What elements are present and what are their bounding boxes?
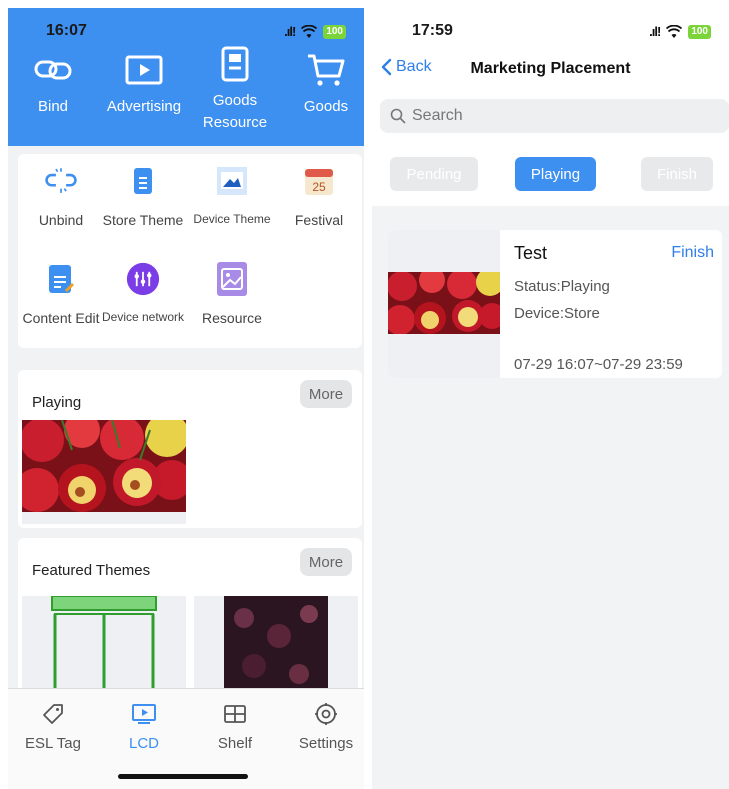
nav-bar: Back Marketing Placement <box>372 54 729 86</box>
tab-shelf[interactable]: Shelf <box>195 701 275 752</box>
tab-esl-tag[interactable]: ESL Tag <box>13 701 93 752</box>
tools-grid-card: Unbind Store Theme Device Theme 25 Festi… <box>18 154 362 348</box>
tool-unbind[interactable]: Unbind <box>16 164 106 228</box>
cart-icon <box>306 50 346 90</box>
tool-festival[interactable]: 25 Festival <box>274 164 364 228</box>
hero-item-label: Goods <box>303 98 349 115</box>
unlink-icon <box>44 164 78 198</box>
tool-device-network[interactable]: Device network <box>98 262 188 324</box>
search-icon <box>390 108 406 124</box>
right-phone-screen: 17:59 .ıl! 100 Back Marketing Placement … <box>372 8 729 789</box>
status-time: 17:59 <box>412 22 453 39</box>
section-title: Playing <box>32 394 82 411</box>
tool-label: Device Theme <box>193 212 271 226</box>
hero-item-label: Bind <box>37 98 69 115</box>
cherries-image <box>388 272 500 334</box>
tool-label: Device network <box>101 310 185 324</box>
document-icon <box>215 44 255 84</box>
network-icon <box>126 262 160 296</box>
shelf-theme-image <box>51 596 157 698</box>
gear-icon <box>313 701 339 727</box>
play-screen-icon <box>124 50 164 90</box>
theme-thumbnail-dark[interactable] <box>194 596 358 698</box>
battery-icon: 100 <box>323 24 346 39</box>
calendar-icon: 25 <box>302 164 336 198</box>
playing-thumbnail[interactable] <box>22 420 186 524</box>
link-icon <box>33 50 73 90</box>
tool-content-edit[interactable]: Content Edit <box>16 262 106 326</box>
tool-label: Festival <box>294 212 344 228</box>
status-bar: 16:07 .ıl! 100 <box>8 8 364 52</box>
section-title: Featured Themes <box>32 562 151 579</box>
theme-thumbnail-shelf[interactable] <box>22 596 186 698</box>
monitor-play-icon <box>131 701 157 727</box>
tool-label: Resource <box>202 310 262 326</box>
tab-pending[interactable]: Pending <box>390 157 478 191</box>
tool-store-theme[interactable]: Store Theme <box>98 164 188 228</box>
status-indicators: .ıl! 100 <box>649 24 711 39</box>
device-theme-icon <box>215 164 249 198</box>
tool-resource[interactable]: Resource <box>187 262 277 326</box>
top-function-bar: 16:07 .ıl! 100 Bind Advertising Goods Re… <box>8 8 364 146</box>
cherries-image <box>22 420 186 512</box>
placement-thumbnail <box>388 230 500 378</box>
featured-themes-section: Featured Themes More <box>18 538 362 698</box>
home-indicator <box>118 774 248 779</box>
tool-device-theme[interactable]: Device Theme <box>187 164 277 226</box>
tab-finish[interactable]: Finish <box>641 157 713 191</box>
placement-card[interactable]: Test Finish Status:Playing Device:Store … <box>388 230 722 378</box>
signal-icon: .ıl! <box>649 24 661 39</box>
page-title: Marketing Placement <box>470 60 631 77</box>
shelf-icon <box>222 701 248 727</box>
battery-icon: 100 <box>688 24 711 39</box>
tab-label: LCD <box>128 735 159 752</box>
hero-item-goods-resource[interactable]: Goods Resource <box>192 44 278 134</box>
placement-name: Test <box>514 243 548 263</box>
svg-text:25: 25 <box>312 180 326 194</box>
wifi-icon <box>666 24 683 38</box>
search-input[interactable]: Search <box>380 99 729 133</box>
hero-item-label: Advertising <box>106 98 182 115</box>
placement-status: Status:Playing <box>514 278 610 295</box>
search-placeholder: Search <box>412 107 463 124</box>
dark-theme-image <box>224 596 328 698</box>
placement-device: Device:Store <box>514 305 600 322</box>
tool-label: Content Edit <box>22 310 100 326</box>
tab-label: ESL Tag <box>25 735 81 752</box>
hero-item-advertising[interactable]: Advertising <box>101 50 187 118</box>
tool-label: Store Theme <box>102 212 184 228</box>
hero-item-bind[interactable]: Bind <box>10 50 96 118</box>
tab-label: Shelf <box>217 735 253 752</box>
image-icon <box>215 262 249 296</box>
content-edit-icon <box>44 262 78 296</box>
placement-time-range: 07-29 16:07~07-29 23:59 <box>514 356 683 373</box>
status-time: 16:07 <box>46 22 87 39</box>
tab-settings[interactable]: Settings <box>286 701 364 752</box>
tab-lcd[interactable]: LCD <box>104 701 184 752</box>
finish-link[interactable]: Finish <box>671 244 714 262</box>
more-button[interactable]: More <box>300 380 352 408</box>
playing-section: Playing More <box>18 370 362 528</box>
tab-playing[interactable]: Playing <box>515 157 596 191</box>
hero-item-goods[interactable]: Goods <box>283 50 364 118</box>
status-indicators: .ıl! 100 <box>284 24 346 39</box>
tag-icon <box>40 701 66 727</box>
left-phone-screen: 16:07 .ıl! 100 Bind Advertising Goods Re… <box>8 8 364 789</box>
more-button[interactable]: More <box>300 548 352 576</box>
wifi-icon <box>301 24 318 38</box>
tool-label: Unbind <box>38 212 84 228</box>
store-theme-icon <box>126 164 160 198</box>
header-area: 17:59 .ıl! 100 Back Marketing Placement … <box>372 8 729 206</box>
tab-label: Settings <box>298 735 354 752</box>
hero-item-label: Goods Resource <box>202 92 268 131</box>
signal-icon: .ıl! <box>284 24 296 39</box>
